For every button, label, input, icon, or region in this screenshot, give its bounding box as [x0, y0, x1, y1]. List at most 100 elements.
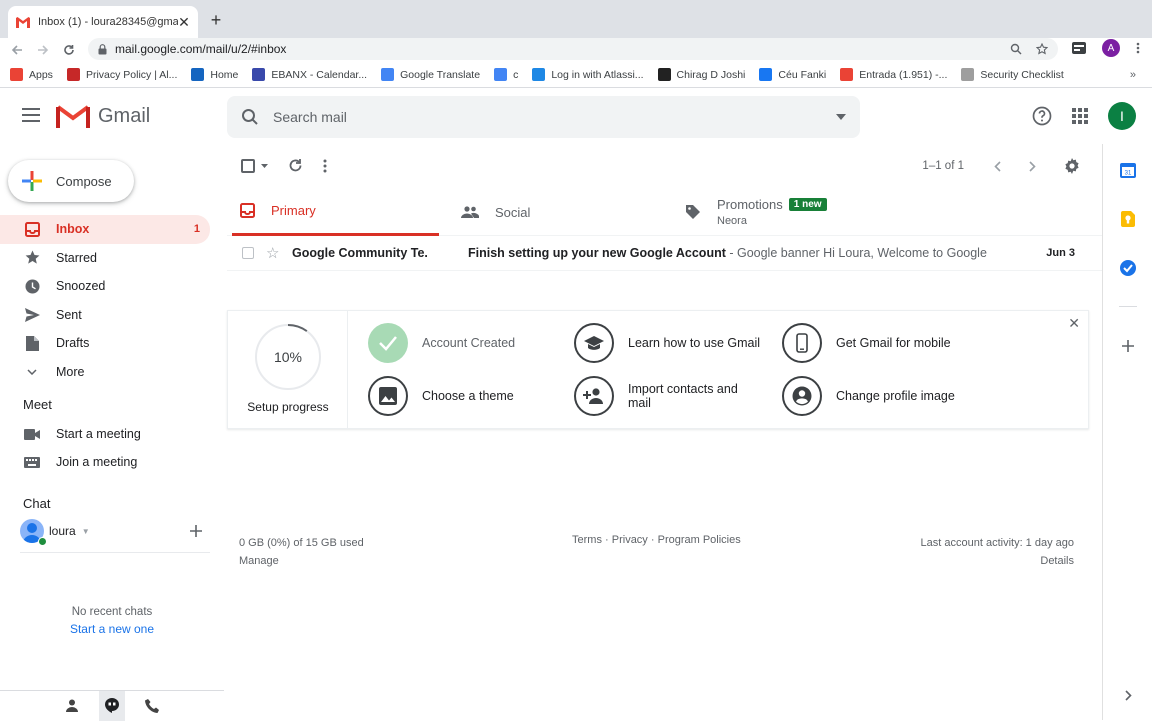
browser-profile-avatar[interactable]: A	[1102, 39, 1120, 57]
manage-storage-link[interactable]: Manage	[239, 552, 364, 570]
search-icon[interactable]	[241, 108, 259, 126]
bookmark-item[interactable]: Google Translate	[381, 68, 480, 81]
settings-gear-icon[interactable]	[1064, 158, 1080, 174]
check-icon	[368, 323, 408, 363]
start-new-chat-link[interactable]: Start a new one	[0, 622, 224, 636]
tag-icon	[685, 204, 701, 220]
browser-tab[interactable]: Inbox (1) - loura28345@gmail. ✕	[8, 6, 198, 38]
google-apps-icon[interactable]	[1072, 108, 1088, 124]
browser-menu-icon[interactable]	[1136, 42, 1140, 54]
send-icon	[24, 307, 40, 322]
help-icon[interactable]	[1032, 106, 1052, 126]
add-person-icon	[574, 376, 614, 416]
account-avatar[interactable]: I	[1108, 102, 1136, 130]
search-input[interactable]	[273, 109, 836, 125]
main-panel: 1–1 of 1 Primary Social Promotions 1 new…	[227, 144, 1102, 720]
bookmark-label: Security Checklist	[980, 68, 1064, 81]
rail-divider	[1119, 306, 1137, 307]
bookmark-item[interactable]: EBANX - Calendar...	[252, 68, 367, 81]
phone-call-icon[interactable]	[139, 691, 165, 721]
zoom-icon[interactable]	[1010, 43, 1022, 55]
contacts-icon[interactable]	[59, 691, 85, 721]
search-bar	[227, 96, 860, 138]
task-import-contacts[interactable]: Import contacts and mail	[574, 376, 764, 416]
tab-promotions[interactable]: Promotions 1 new Neora	[685, 188, 915, 236]
lock-icon	[98, 43, 107, 55]
select-checkbox-icon	[241, 158, 255, 173]
bookmark-item[interactable]: Privacy Policy | Al...	[66, 68, 178, 81]
task-change-profile-image[interactable]: Change profile image	[782, 376, 955, 416]
url-bar[interactable]: mail.google.com/mail/u/2/#inbox	[88, 38, 1058, 60]
start-meeting-label: Start a meeting	[56, 427, 141, 441]
sidebar-item-snoozed[interactable]: Snoozed	[0, 272, 210, 301]
refresh-icon[interactable]	[288, 158, 303, 173]
sidebar-item-inbox[interactable]: Inbox 1	[0, 215, 210, 244]
star-icon	[24, 250, 40, 265]
phone-icon	[782, 323, 822, 363]
bookmark-item[interactable]: Apps	[10, 68, 53, 81]
cdj-icon	[657, 68, 671, 81]
close-tab-icon[interactable]: ✕	[178, 14, 190, 31]
calendar-icon[interactable]: 31	[1119, 161, 1137, 179]
compose-button[interactable]: Compose	[8, 160, 134, 202]
email-row-checkbox[interactable]	[242, 247, 254, 259]
expand-panel-icon[interactable]	[1119, 686, 1137, 704]
chat-user-item[interactable]: loura ▼	[20, 519, 90, 546]
bookmark-star-icon[interactable]	[1036, 43, 1048, 55]
chat-divider	[20, 552, 210, 553]
online-status-dot	[38, 537, 47, 546]
select-dropdown-icon[interactable]	[261, 163, 268, 168]
status-dropdown-icon[interactable]: ▼	[82, 527, 90, 536]
extension-icon[interactable]	[1072, 42, 1086, 54]
forward-arrow-icon[interactable]	[34, 41, 52, 59]
close-icon[interactable]: ✕	[1068, 315, 1080, 332]
bookmark-item[interactable]: Security Checklist	[961, 68, 1064, 81]
sidebar-item-sent[interactable]: Sent	[0, 301, 210, 330]
start-meeting-item[interactable]: Start a meeting	[24, 427, 141, 441]
meet-section-title: Meet	[23, 397, 52, 412]
tab-social[interactable]: Social	[461, 188, 661, 236]
main-menu-icon[interactable]	[22, 108, 40, 122]
older-page-icon[interactable]	[1029, 160, 1036, 172]
more-actions-icon[interactable]	[323, 159, 327, 173]
bookmark-label: Privacy Policy | Al...	[85, 68, 178, 81]
bookmark-item[interactable]: Entrada (1.951) -...	[840, 68, 947, 81]
search-options-icon[interactable]	[836, 114, 846, 120]
more-bookmarks-icon[interactable]: »	[1130, 69, 1136, 81]
privacy-link[interactable]: Privacy	[612, 534, 648, 546]
gmail-logo[interactable]: Gmail	[56, 103, 150, 129]
join-meeting-item[interactable]: Join a meeting	[24, 455, 137, 469]
tasks-icon[interactable]	[1119, 259, 1137, 277]
back-arrow-icon[interactable]	[8, 41, 26, 59]
bookmark-item[interactable]: Chirag D Joshi	[657, 68, 745, 81]
add-chat-icon[interactable]	[189, 524, 203, 538]
sidebar-item-more[interactable]: More	[0, 358, 210, 387]
task-learn-gmail[interactable]: Learn how to use Gmail	[574, 323, 764, 363]
reload-icon[interactable]	[60, 41, 78, 59]
task-choose-theme[interactable]: Choose a theme	[368, 376, 514, 416]
tab-primary[interactable]: Primary	[232, 188, 439, 236]
details-link[interactable]: Details	[921, 552, 1074, 570]
keep-icon[interactable]	[1119, 210, 1137, 228]
program-policies-link[interactable]: Program Policies	[658, 534, 741, 546]
new-tab-button[interactable]: +	[206, 10, 226, 30]
svg-text:31: 31	[1125, 171, 1132, 177]
email-row[interactable]: ☆ Google Community Te. Finish setting up…	[227, 236, 1102, 271]
star-icon[interactable]: ☆	[266, 244, 279, 262]
bookmark-item[interactable]: c	[494, 68, 518, 81]
bookmark-label: Home	[210, 68, 239, 81]
email-subject: Finish setting up your new Google Accoun…	[468, 246, 726, 260]
newer-page-icon[interactable]	[994, 160, 1001, 172]
bookmark-item[interactable]: Home	[191, 68, 238, 81]
select-all-checkbox[interactable]	[241, 158, 268, 173]
add-addon-icon[interactable]	[1119, 337, 1137, 355]
terms-link[interactable]: Terms	[572, 534, 602, 546]
page-info: 1–1 of 1	[922, 160, 964, 172]
sidebar-item-starred[interactable]: Starred	[0, 244, 210, 273]
hangouts-icon[interactable]	[99, 690, 125, 721]
bookmark-item[interactable]: Céu Fanki	[759, 68, 826, 81]
task-gmail-mobile[interactable]: Get Gmail for mobile	[782, 323, 951, 363]
sidebar-item-drafts[interactable]: Drafts	[0, 329, 210, 358]
bookmark-item[interactable]: Log in with Atlassi...	[532, 68, 644, 81]
facebook-icon	[759, 68, 773, 81]
